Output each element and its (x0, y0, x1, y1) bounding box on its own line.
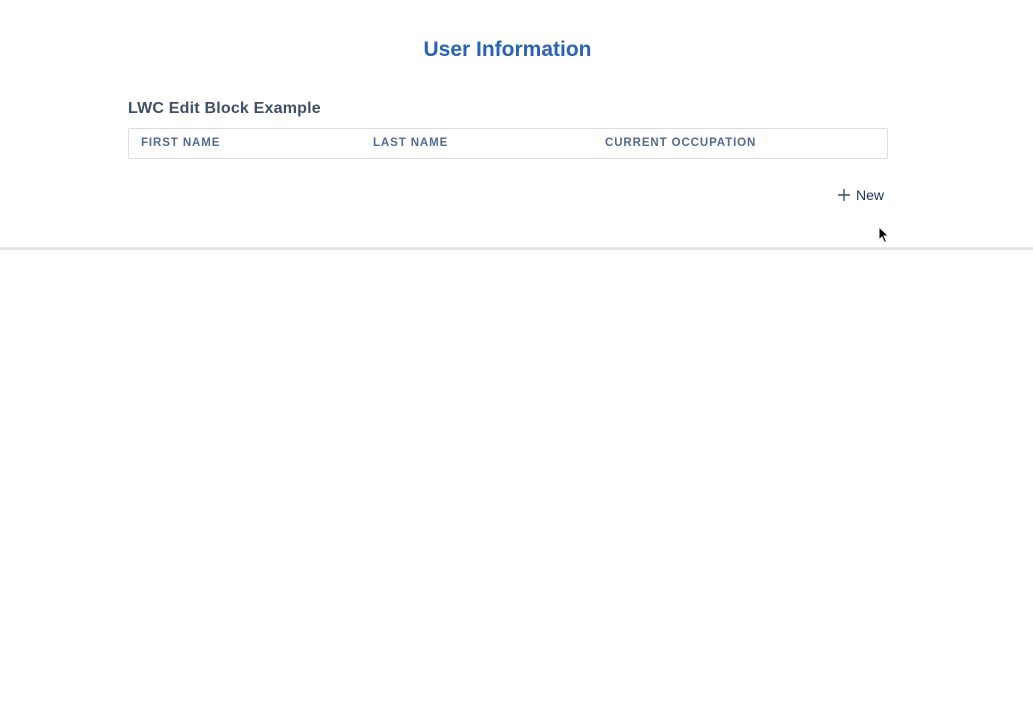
new-button[interactable]: New (835, 184, 886, 206)
plus-icon (838, 189, 850, 201)
column-header-current-occupation[interactable]: CURRENT OCCUPATION (593, 129, 887, 158)
mouse-pointer-icon (878, 226, 890, 244)
new-button-label: New (856, 187, 885, 203)
page-title: User Information (423, 38, 592, 61)
block-title: LWC Edit Block Example (128, 100, 321, 117)
column-header-last-name[interactable]: LAST NAME (361, 129, 593, 158)
user-table-header: FIRST NAME LAST NAME CURRENT OCCUPATION (128, 128, 888, 159)
user-info-panel: User Information LWC Edit Block Example … (0, 0, 1033, 250)
column-header-first-name[interactable]: FIRST NAME (129, 129, 361, 158)
